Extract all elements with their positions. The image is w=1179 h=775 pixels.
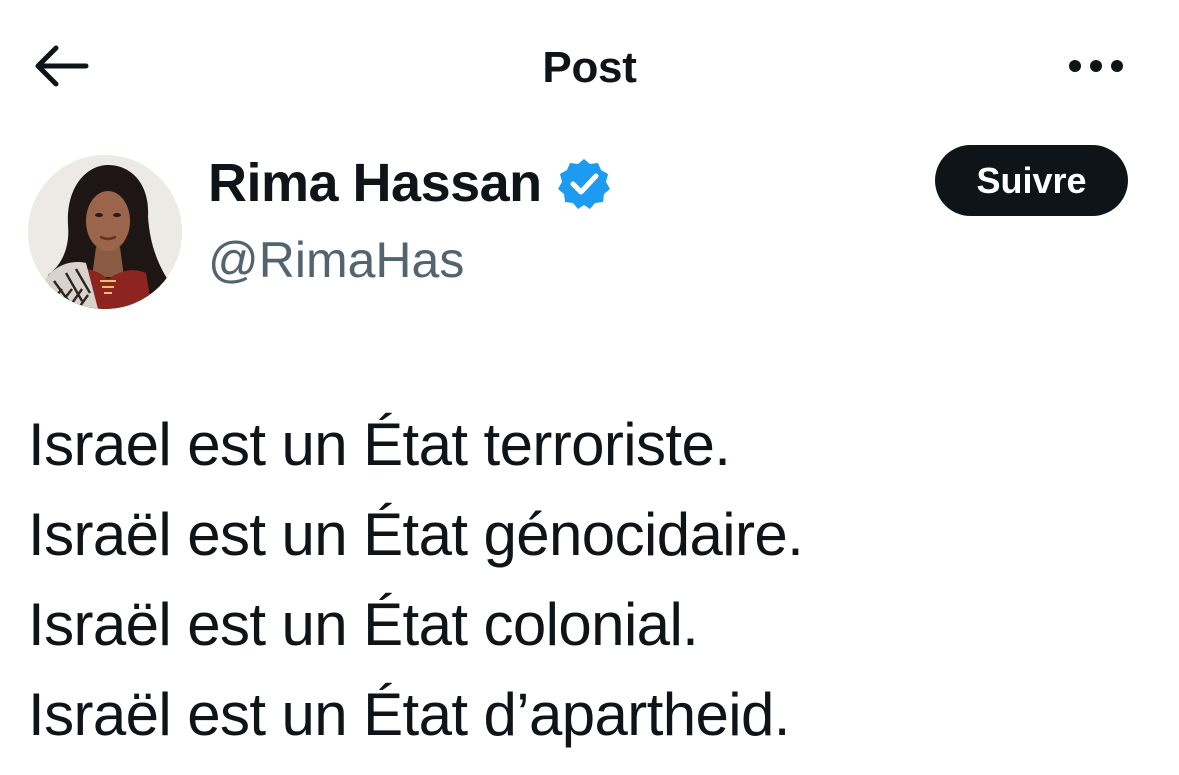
arrow-left-icon xyxy=(32,44,90,93)
more-horizontal-icon xyxy=(1066,58,1126,79)
post-text: Israel est un État terroriste. Israël es… xyxy=(28,400,1148,760)
more-options-button[interactable] xyxy=(1058,40,1134,96)
author-handle[interactable]: @RimaHas xyxy=(208,228,464,292)
display-name[interactable]: Rima Hassan xyxy=(208,150,542,216)
back-button[interactable] xyxy=(28,38,94,98)
verified-badge-icon[interactable] xyxy=(556,156,612,212)
follow-button[interactable]: Suivre xyxy=(935,145,1128,216)
post-text-line: Israel est un État terroriste. xyxy=(28,411,731,478)
author-name-row: Rima Hassan xyxy=(208,150,612,216)
page-title: Post xyxy=(542,43,637,92)
post-text-line: Israël est un État d’apartheid. xyxy=(28,681,790,748)
avatar[interactable] xyxy=(28,155,182,309)
post-text-line: Israël est un État colonial. xyxy=(28,591,699,658)
post-text-line: Israël est un État génocidaire. xyxy=(28,501,804,568)
top-navigation-bar: Post xyxy=(0,0,1179,130)
